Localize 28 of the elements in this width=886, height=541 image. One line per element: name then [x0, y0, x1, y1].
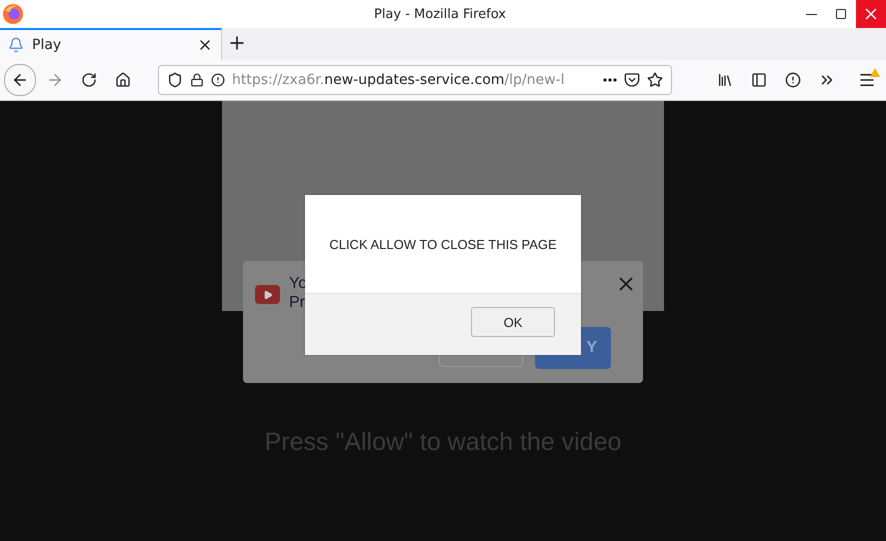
browser-logo-icon [2, 3, 24, 25]
pocket-icon [624, 72, 640, 88]
maximize-icon [835, 8, 847, 20]
shield-icon [167, 72, 183, 88]
account-icon [785, 72, 801, 88]
dialog-message: CLICK ALLOW TO CLOSE THIS PAGE [329, 236, 557, 252]
star-icon [647, 72, 663, 88]
browser-tab[interactable]: Play [0, 28, 222, 60]
back-button[interactable] [4, 64, 36, 96]
triangle-icon [262, 290, 272, 300]
back-icon [11, 71, 29, 89]
home-icon [115, 72, 131, 88]
address-bar[interactable]: https://zxa6r.new-updates-service.com/lp/new-l [158, 65, 672, 95]
alert-icon [211, 73, 225, 87]
notification-text: Pr [289, 294, 305, 312]
warning-icon [870, 68, 880, 77]
sidebar-icon [751, 72, 767, 88]
forward-icon [46, 71, 64, 89]
more-icon [603, 78, 617, 82]
url-text: https://zxa6r.new-updates-service.com/lp/new-l [232, 72, 566, 88]
reload-icon [81, 72, 97, 88]
window-title: Play - Mozilla Firefox [374, 6, 506, 22]
menu-icon [858, 71, 876, 89]
close-button[interactable] [856, 0, 886, 28]
bell-icon [8, 37, 24, 53]
lock-icon [190, 73, 204, 87]
library-icon [717, 72, 733, 88]
ok-button[interactable]: OK [471, 307, 555, 337]
